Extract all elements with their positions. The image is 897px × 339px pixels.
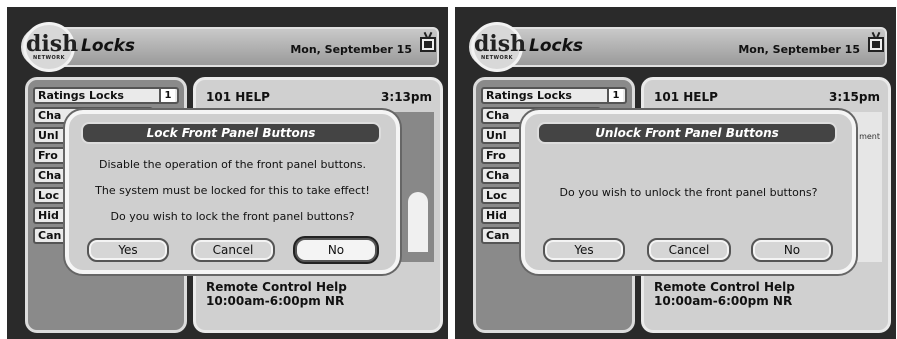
menu-item-label: Cha <box>486 109 510 122</box>
help-time: 3:13pm <box>381 90 432 104</box>
page-title: Locks <box>529 36 584 56</box>
menu-item-label: Loc <box>486 189 508 202</box>
menu-item-label: Unl <box>38 129 59 142</box>
menu-item-number: 1 <box>607 89 623 102</box>
cancel-button[interactable]: Cancel <box>647 238 731 262</box>
left-screen: dish NETWORK Locks Mon, September 15 Rat… <box>7 7 448 339</box>
menu-item-number: 1 <box>159 89 175 102</box>
menu-item-label: Unl <box>486 129 507 142</box>
help-program-info: Remote Control Help 10:00am-6:00pm NR <box>206 280 347 308</box>
menu-item-label: Fro <box>486 149 506 162</box>
dish-logo: dish NETWORK <box>23 22 78 72</box>
lock-dialog: Lock Front Panel Buttons Disable the ope… <box>65 110 400 274</box>
no-button[interactable]: No <box>295 238 377 262</box>
menu-item-label: Ratings Locks <box>486 89 572 102</box>
date-display: Mon, September 15 <box>290 43 412 56</box>
dish-logo: dish NETWORK <box>471 22 526 72</box>
menu-item-label: Cha <box>38 169 62 182</box>
dialog-line-2: The system must be locked for this to ta… <box>95 184 370 197</box>
help-channel-title: 101 HELP <box>654 90 718 104</box>
menu-item-label: Can <box>38 229 62 242</box>
menu-item-label: Can <box>486 229 510 242</box>
menu-item-ratings-locks[interactable]: Ratings Locks 1 <box>33 87 179 104</box>
help-program-info: Remote Control Help 10:00am-6:00pm NR <box>654 280 795 308</box>
help-program-name: Remote Control Help <box>654 280 795 294</box>
menu-item-label: Cha <box>486 169 510 182</box>
tv-icon <box>420 37 436 52</box>
yes-button[interactable]: Yes <box>543 238 625 262</box>
dialog-title: Unlock Front Panel Buttons <box>537 122 837 144</box>
menu-item-label: Hid <box>38 209 59 222</box>
yes-button[interactable]: Yes <box>87 238 169 262</box>
dialog-line-1: Disable the operation of the front panel… <box>99 158 366 171</box>
video-figure <box>408 192 428 252</box>
no-button[interactable]: No <box>751 238 833 262</box>
menu-item-label: Ratings Locks <box>38 89 124 102</box>
cancel-button[interactable]: Cancel <box>191 238 275 262</box>
menu-item-label: Hid <box>486 209 507 222</box>
right-screen: dish NETWORK Locks Mon, September 15 Rat… <box>455 7 896 339</box>
help-program-time: 10:00am-6:00pm NR <box>206 294 345 308</box>
menu-item-ratings-locks[interactable]: Ratings Locks 1 <box>481 87 627 104</box>
help-channel-title: 101 HELP <box>206 90 270 104</box>
page-title: Locks <box>81 36 136 56</box>
help-program-time: 10:00am-6:00pm NR <box>654 294 793 308</box>
help-program-name: Remote Control Help <box>206 280 347 294</box>
dialog-line-1: Do you wish to unlock the front panel bu… <box>559 186 818 199</box>
date-display: Mon, September 15 <box>738 43 860 56</box>
help-side-text: ment <box>859 132 880 141</box>
menu-item-label: Loc <box>38 189 60 202</box>
dialog-line-3: Do you wish to lock the front panel butt… <box>110 210 355 223</box>
menu-item-label: Fro <box>38 149 58 162</box>
help-time: 3:15pm <box>829 90 880 104</box>
menu-item-label: Cha <box>38 109 62 122</box>
tv-icon <box>868 37 884 52</box>
dialog-title: Lock Front Panel Buttons <box>81 122 381 144</box>
unlock-dialog: Unlock Front Panel Buttons Do you wish t… <box>521 110 856 274</box>
